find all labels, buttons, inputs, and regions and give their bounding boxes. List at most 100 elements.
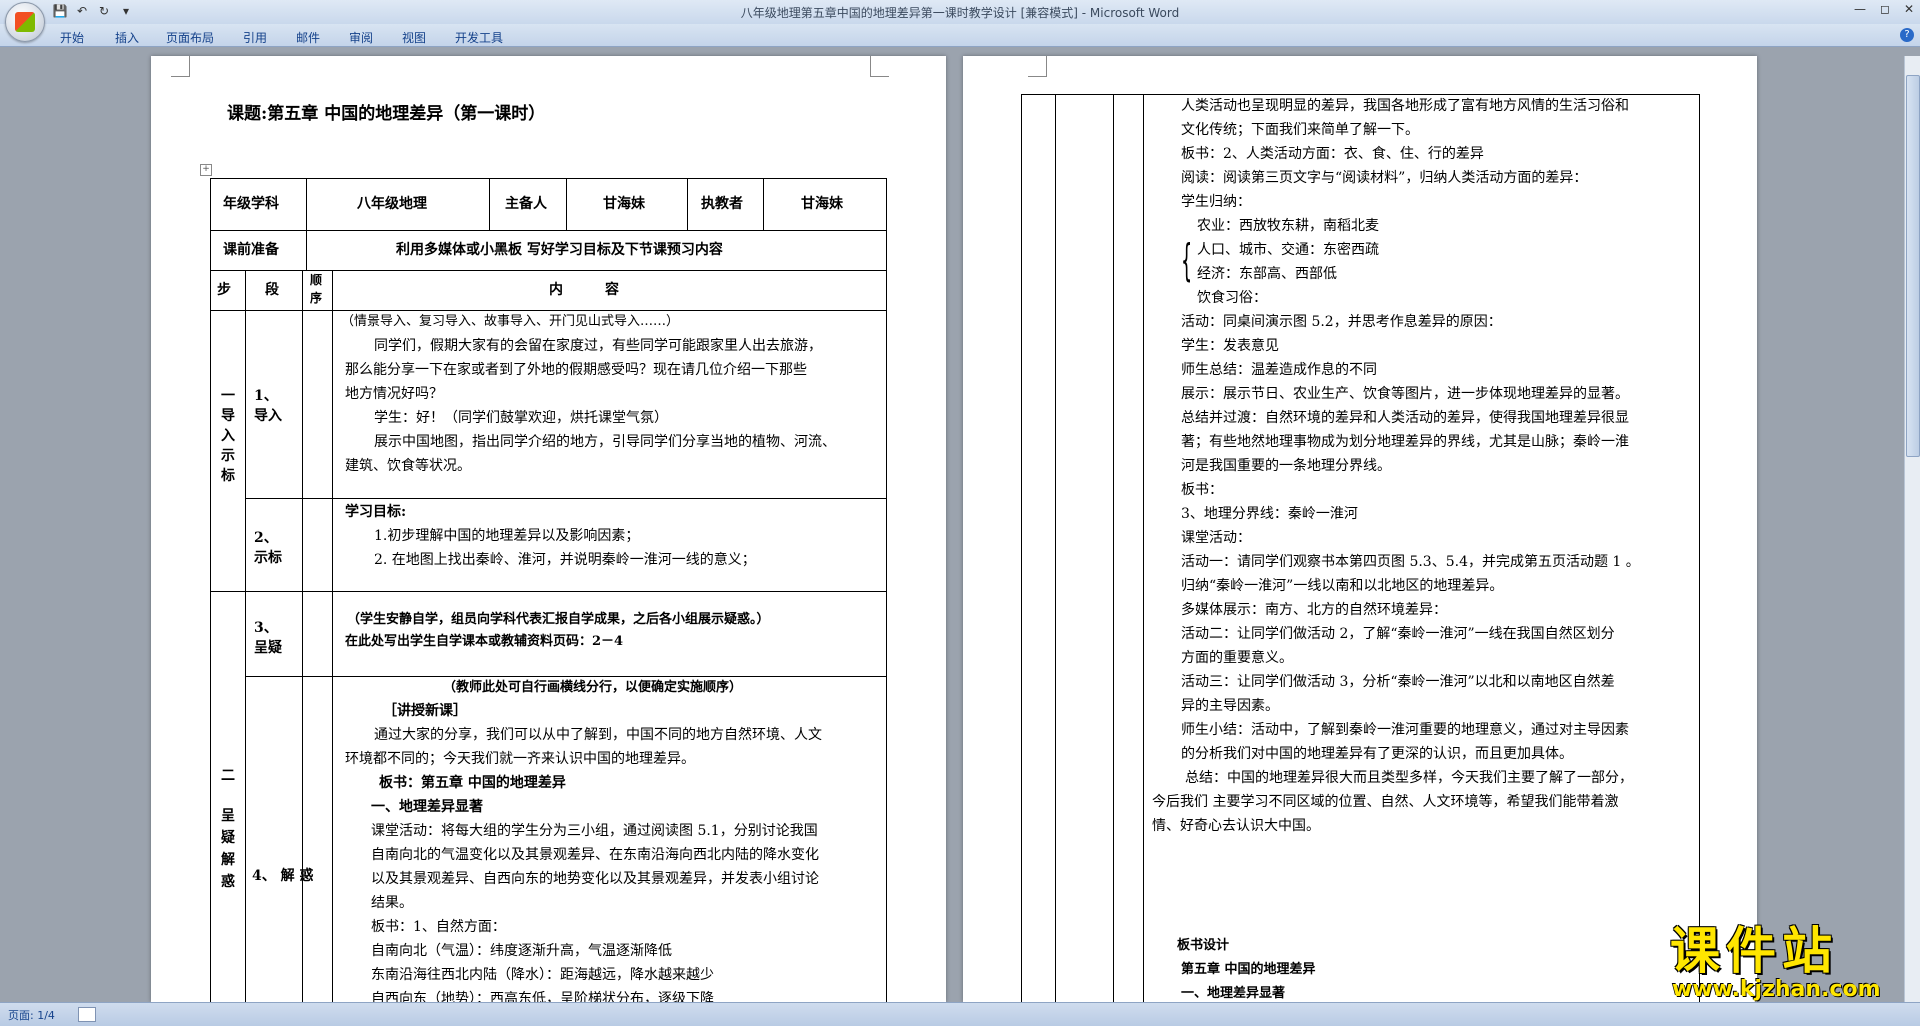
table-border — [687, 178, 688, 230]
scrollbar-thumb[interactable] — [1906, 75, 1920, 457]
page2-line: 方面的重要意义。 — [1181, 650, 1293, 666]
table-border — [302, 270, 303, 1002]
page2-line: 经济：东部高、西部低 — [1197, 266, 1337, 282]
minimize-icon[interactable]: — — [1854, 2, 1866, 16]
phase1-char: 标 — [221, 468, 235, 484]
status-bar: 页面: 1/4 — [0, 1002, 1920, 1026]
doubt-line: （学生安静自学，组员向学科代表汇报自学成果，之后各小组展示疑惑。） — [347, 612, 770, 627]
table-move-handle-icon[interactable]: + — [200, 164, 212, 176]
table-border — [332, 270, 333, 1002]
doubt-line: 在此处写出学生自学课本或教辅资料页码：2－4 — [345, 634, 624, 649]
title-bar: 💾 ↶ ↻ ▾ 八年级地理第五章中国的地理差异第一课时教学设计 [兼容模式] -… — [0, 0, 1920, 24]
table-border — [306, 178, 307, 230]
maximize-icon[interactable]: ◻ — [1880, 2, 1890, 16]
col-order-1: 顺 — [310, 273, 323, 287]
office-logo-icon — [15, 12, 35, 32]
page2-line: 农业：西放牧东耕，南稻北麦 — [1197, 218, 1379, 234]
proofing-icon[interactable] — [78, 1007, 96, 1022]
solve-note: （教师此处可自行画横线分行，以便确定实施顺序） — [443, 680, 743, 695]
page2-line: 活动三：让同学们做活动 3，分析“秦岭一淮河”以北和以南地区自然差 — [1181, 674, 1615, 690]
page2-line: 活动一：请同学们观察书本第四页图 5.3、5.4，并完成第五页活动题 1 。 — [1181, 554, 1640, 570]
table-border — [210, 230, 886, 231]
page2-line: 今后我们 主要学习不同区域的位置、自然、人文环境等，希望我们能带着激 — [1152, 794, 1619, 810]
col-order-2: 序 — [310, 291, 323, 305]
tab-home[interactable]: 开始 — [60, 29, 84, 46]
help-icon[interactable]: ? — [1900, 28, 1914, 42]
seg-target: 示标 — [254, 550, 282, 566]
page2-line: 板书：2、人类活动方面：衣、食、住、行的差异 — [1181, 146, 1484, 162]
page-indicator[interactable]: 页面: 1/4 — [8, 1007, 55, 1023]
seg-solve: 4、 解 惑 — [252, 868, 314, 884]
preparer-value: 甘海妹 — [603, 196, 645, 212]
page2-line: 饮食习俗： — [1197, 290, 1267, 306]
solve-line: 自南向北（气温）：纬度逐渐升高，气温逐渐降低 — [371, 943, 672, 959]
crop-mark — [171, 56, 190, 77]
table-border — [1113, 94, 1114, 1002]
window-title: 八年级地理第五章中国的地理差异第一课时教学设计 [兼容模式] - Microso… — [740, 6, 1180, 20]
page2-line: 3、地理分界线：秦岭一淮河 — [1181, 506, 1358, 522]
table-border — [1055, 94, 1056, 1002]
crop-mark — [870, 56, 889, 77]
solve-line: 一、地理差异显著 — [371, 799, 483, 815]
col-content: 内 容 — [549, 282, 619, 298]
preparer-label: 主备人 — [505, 196, 547, 212]
phase1-char: 导 — [221, 408, 235, 424]
window-controls: — ◻ ✕ — [1854, 2, 1914, 16]
watermark-logo: 课件站 www.kjzhan.com — [1670, 925, 1881, 1002]
table-border — [306, 230, 307, 270]
table-border — [1021, 94, 1022, 1002]
document-heading: 课题:第五章 中国的地理差异（第一课时） — [227, 104, 546, 124]
grade-label: 年级学科 — [223, 196, 279, 212]
tab-references[interactable]: 引用 — [243, 29, 267, 46]
goal-item: 2. 在地图上找出秦岭、淮河，并说明秦岭一淮河一线的意义； — [374, 552, 756, 568]
page2-line: 阅读：阅读第三页文字与“阅读材料”，归纳人类活动方面的差异： — [1181, 170, 1588, 186]
tab-review[interactable]: 审阅 — [349, 29, 373, 46]
prep-label: 课前准备 — [223, 242, 279, 258]
solve-line: 通过大家的分享，我们可以从中了解到，中国不同的地方自然环境、人文 — [374, 727, 822, 743]
import-line: 同学们，假期大家有的会留在家度过，有些同学可能跟家里人出去旅游， — [374, 338, 822, 354]
crop-mark — [1028, 56, 1047, 77]
watermark-name: 课件站 — [1670, 922, 1838, 980]
page2-line: 人口、城市、交通：东密西疏 — [1197, 242, 1379, 258]
tab-developer[interactable]: 开发工具 — [455, 29, 503, 46]
solve-line: 结果。 — [371, 895, 413, 911]
phase1-char: 一 — [221, 388, 235, 404]
phase2-char: 疑 — [221, 830, 235, 846]
page2-line: 归纳“秦岭一淮河”一线以南和以北地区的地理差异。 — [1181, 578, 1504, 594]
tab-page-layout[interactable]: 页面布局 — [166, 29, 214, 46]
page2-line: 著；有些地然地理事物成为划分地理差异的界线，尤其是山脉；秦岭一淮 — [1181, 434, 1629, 450]
document-page-2[interactable]: 人类活动也呈现明显的差异，我国各地形成了富有地方风情的生活习俗和 文化传统；下面… — [963, 56, 1757, 1002]
solve-line: 自西向东（地势）：西高东低，呈阶梯状分布，逐级下降 — [371, 991, 714, 1002]
solve-line: 自南向北的气温变化以及其景观差异、在东南沿海向西北内陆的降水变化 — [371, 847, 819, 863]
solve-line: ［讲授新课］ — [383, 703, 467, 719]
tab-mailings[interactable]: 邮件 — [296, 29, 320, 46]
office-button[interactable] — [5, 2, 45, 42]
table-border — [245, 498, 886, 499]
table-border — [245, 270, 246, 1002]
page2-line: 总结：中国的地理差异很大而且类型多样，今天我们主要了解了一部分， — [1185, 770, 1633, 786]
close-icon[interactable]: ✕ — [1904, 2, 1914, 16]
page2-line: 活动二：让同学们做活动 2，了解“秦岭一淮河”一线在我国自然区划分 — [1181, 626, 1615, 642]
document-page-1[interactable]: 课题:第五章 中国的地理差异（第一课时） + 年级学科 八年级地理 主备人 甘海… — [151, 56, 946, 1002]
tab-view[interactable]: 视图 — [402, 29, 426, 46]
teacher-value: 甘海妹 — [801, 196, 843, 212]
phase1-char: 示 — [221, 448, 235, 464]
page2-line: 河是我国重要的一条地理分界线。 — [1181, 458, 1391, 474]
solve-line: 板书：第五章 中国的地理差异 — [379, 775, 566, 791]
board-design-line: 第五章 中国的地理差异 — [1181, 962, 1316, 977]
import-line: 学生：好！（同学们鼓掌欢迎，烘托课堂气氛） — [374, 410, 668, 426]
page2-line: 学生归纳： — [1181, 194, 1251, 210]
import-line: 那么能分享一下在家或者到了外地的假期感受吗？现在请几位介绍一下那些 — [345, 362, 807, 378]
seg-import: 1、 — [254, 388, 278, 404]
page2-line: 师生总结：温差造成作息的不同 — [1181, 362, 1377, 378]
tab-insert[interactable]: 插入 — [115, 29, 139, 46]
table-border — [886, 178, 887, 1002]
seg-doubt: 呈疑 — [254, 640, 282, 656]
board-design-title: 板书设计 — [1177, 938, 1230, 953]
page2-line: 总结并过渡：自然环境的差异和人类活动的差异，使得我国地理差异很显 — [1181, 410, 1629, 426]
table-border — [210, 270, 886, 271]
page2-line: 文化传统；下面我们来简单了解一下。 — [1181, 122, 1419, 138]
phase1-char: 入 — [221, 428, 235, 444]
board-design-line: 一、地理差异显著 — [1181, 986, 1286, 1001]
page2-line: 异的主导因素。 — [1181, 698, 1279, 714]
